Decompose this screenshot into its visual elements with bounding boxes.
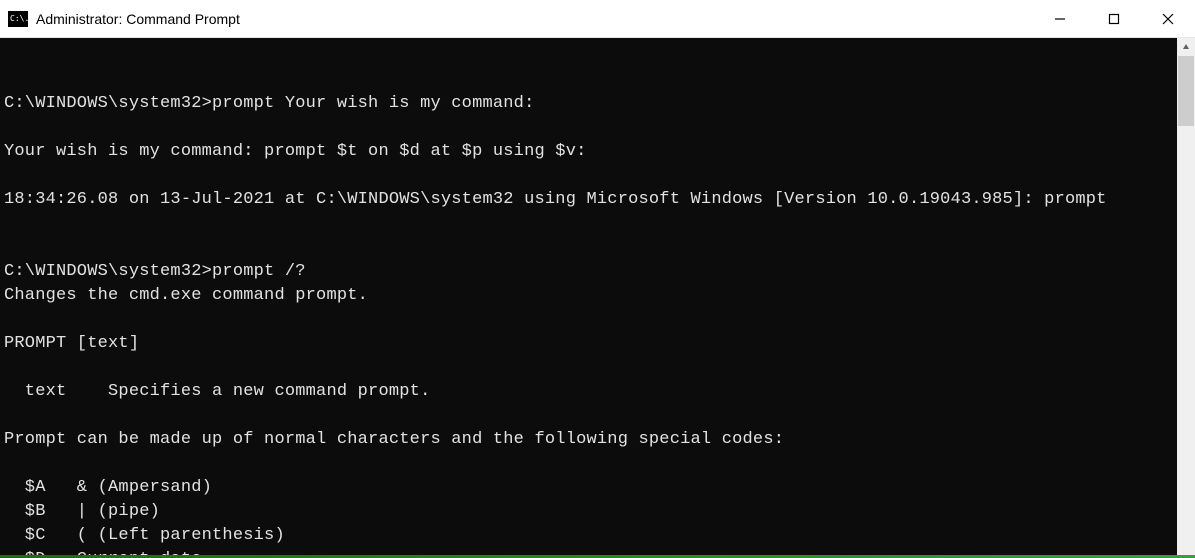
- terminal-line: C:\WINDOWS\system32>prompt Your wish is …: [4, 94, 535, 113]
- maximize-icon: [1108, 13, 1120, 25]
- maximize-button[interactable]: [1087, 0, 1141, 37]
- terminal-line: C:\WINDOWS\system32>prompt /?: [4, 262, 306, 281]
- window-controls: [1033, 0, 1195, 37]
- terminal-line: 18:34:26.08 on 13-Jul-2021 at C:\WINDOWS…: [4, 190, 1107, 209]
- minimize-icon: [1054, 13, 1066, 25]
- terminal-line: $C ( (Left parenthesis): [4, 526, 285, 545]
- close-button[interactable]: [1141, 0, 1195, 37]
- vertical-scrollbar[interactable]: [1177, 38, 1195, 555]
- app-icon: C:\.: [8, 11, 28, 27]
- chevron-up-icon: [1182, 43, 1190, 51]
- app-icon-text: C:\.: [10, 15, 29, 23]
- terminal-line: Your wish is my command: prompt $t on $d…: [4, 142, 587, 161]
- close-icon: [1162, 13, 1174, 25]
- terminal-line: Changes the cmd.exe command prompt.: [4, 286, 368, 305]
- scroll-up-button[interactable]: [1177, 38, 1195, 56]
- titlebar[interactable]: C:\. Administrator: Command Prompt: [0, 0, 1195, 38]
- terminal-line: PROMPT [text]: [4, 334, 139, 353]
- scrollbar-thumb[interactable]: [1178, 56, 1194, 126]
- terminal-line: Prompt can be made up of normal characte…: [4, 430, 784, 449]
- terminal-line: $B | (pipe): [4, 502, 160, 521]
- terminal-output[interactable]: C:\WINDOWS\system32>prompt Your wish is …: [0, 38, 1177, 555]
- terminal-wrapper: C:\WINDOWS\system32>prompt Your wish is …: [0, 38, 1195, 555]
- terminal-line: $A & (Ampersand): [4, 478, 212, 497]
- window-title: Administrator: Command Prompt: [36, 11, 1033, 27]
- minimize-button[interactable]: [1033, 0, 1087, 37]
- terminal-line: text Specifies a new command prompt.: [4, 382, 430, 401]
